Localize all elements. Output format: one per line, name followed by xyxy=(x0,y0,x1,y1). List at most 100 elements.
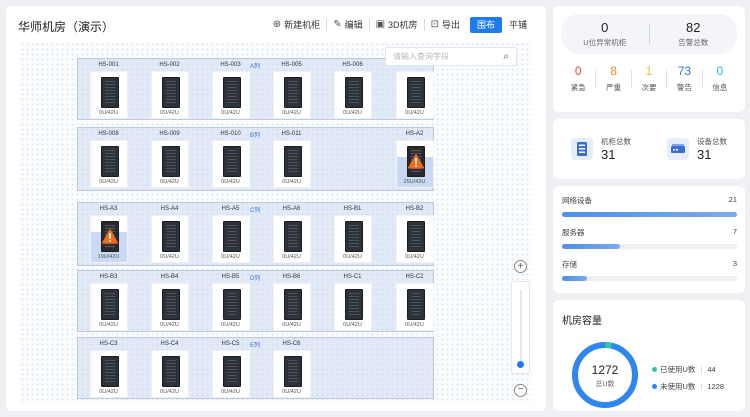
search-icon[interactable]: ⌕ xyxy=(503,51,509,62)
rack[interactable]: HS-002 0U/42U xyxy=(140,61,199,119)
rack[interactable]: HS-0070U/42U xyxy=(385,61,444,119)
zoom-out-button[interactable]: − xyxy=(514,384,527,397)
rack-body[interactable]: 0U/42U xyxy=(89,71,128,119)
rack-body[interactable]: 0U/42U xyxy=(333,283,372,331)
rack-name: HS-B3 xyxy=(99,274,118,280)
rack[interactable]: HS-C2 0U/42U xyxy=(385,273,444,331)
rack-body[interactable]: 0U/42U xyxy=(89,140,128,188)
alarm-totals: 0 U位异常机柜 82 告警总数 xyxy=(561,14,737,54)
rack-usage: 0U/42U xyxy=(221,110,240,116)
view-3d-button[interactable]: ▣ 3D机房 xyxy=(370,19,425,31)
layout-flat-button[interactable]: 平铺 xyxy=(502,17,534,33)
rack-body[interactable]: 19U/42U xyxy=(89,215,128,263)
rack-usage: 0U/42U xyxy=(221,179,240,185)
device-type-row[interactable]: 网络设备 21 xyxy=(562,195,737,217)
rack-cabinet-icon xyxy=(344,221,363,252)
rack[interactable]: HS-010 0U/42U xyxy=(201,130,260,188)
rack-body[interactable]: 0U/42U xyxy=(395,215,434,263)
rack[interactable]: HS-003 0U/42U xyxy=(201,61,260,119)
rack-body[interactable]: 0U/42U xyxy=(150,71,189,119)
rack-cabinet-icon xyxy=(406,289,425,320)
device-type-label: 存储 xyxy=(562,260,577,269)
rack-name: HS-006 xyxy=(342,62,363,68)
zoom-slider-handle[interactable] xyxy=(517,361,524,368)
rack-body[interactable]: 0U/42U xyxy=(211,350,250,398)
rack[interactable]: HS-B5 0U/42U xyxy=(201,273,260,331)
alarm-level[interactable]: 73 警告 xyxy=(667,64,701,93)
rack-body[interactable]: 0U/42U xyxy=(272,71,311,119)
rack[interactable]: HS-C4 0U/42U xyxy=(140,340,199,398)
rack[interactable]: HS-C5 0U/42U xyxy=(201,340,260,398)
rack-body[interactable]: 0U/42U xyxy=(272,215,311,263)
rack[interactable]: HS-A4 0U/42U xyxy=(140,205,199,263)
rack-name: HS-A3 xyxy=(99,206,118,212)
export-label: 导出 xyxy=(441,20,460,30)
rack-body[interactable]: 0U/42U xyxy=(272,283,311,331)
rack-body[interactable]: 0U/42U xyxy=(211,283,250,331)
edit-button[interactable]: ✎ 编辑 xyxy=(327,19,370,31)
rack[interactable]: HS-009 0U/42U xyxy=(140,130,199,188)
rack[interactable]: HS-B6 0U/42U xyxy=(262,273,321,331)
rack[interactable]: HS-011 0U/42U xyxy=(262,130,321,188)
alarm-level[interactable]: 0 紧急 xyxy=(561,64,595,93)
rack-body[interactable]: 0U/42U xyxy=(150,140,189,188)
pencil-icon: ✎ xyxy=(333,19,342,30)
rack-body[interactable]: 0U/42U xyxy=(272,350,311,398)
rack-usage: 0U/42U xyxy=(405,322,424,328)
rack[interactable]: HS-A6 0U/42U xyxy=(262,205,321,263)
rack-body[interactable]: 0U/42U xyxy=(211,215,250,263)
rack-body[interactable]: 0U/42U xyxy=(211,71,250,119)
rack[interactable]: HS-B4 0U/42U xyxy=(140,273,199,331)
device-type-value: 3 xyxy=(732,259,737,268)
rack-body[interactable]: 0U/42U xyxy=(333,215,372,263)
new-rack-button[interactable]: ⊕ 新建机柜 xyxy=(267,19,328,31)
device-type-row[interactable]: 存储 3 xyxy=(562,259,737,281)
layout-toggle: 围布 平铺 xyxy=(469,17,534,33)
rack-cabinet-icon xyxy=(283,146,302,177)
rack-body[interactable]: 0U/42U xyxy=(395,71,434,119)
plus-circle-icon: ⊕ xyxy=(272,19,282,30)
abnormal-racks-stat[interactable]: 0 U位异常机柜 xyxy=(561,20,649,48)
rack-name: HS-A2 xyxy=(405,131,424,137)
rack-name: HS-B6 xyxy=(282,274,301,280)
rack[interactable]: HS-001 0U/42U xyxy=(79,61,138,119)
rack[interactable]: HS-C1 0U/42U xyxy=(323,273,382,331)
rack-body[interactable]: 0U/42U xyxy=(150,283,189,331)
rack[interactable]: HS-A2 25U/42U xyxy=(385,130,444,188)
zoom-slider[interactable] xyxy=(511,281,530,374)
legend-separator: | xyxy=(700,365,703,374)
rack-body[interactable]: 0U/42U xyxy=(150,350,189,398)
export-button[interactable]: ⊡ 导出 xyxy=(425,19,466,31)
rack[interactable]: HS-008 0U/42U xyxy=(79,130,138,188)
rack[interactable]: HS-C3 0U/42U xyxy=(79,340,138,398)
alarm-level[interactable]: 8 严重 xyxy=(596,64,630,93)
device-type-row[interactable]: 服务器 7 xyxy=(562,227,737,249)
zoom-in-button[interactable]: + xyxy=(514,260,527,273)
rack[interactable]: HS-A5 0U/42U xyxy=(201,205,260,263)
rack-body[interactable]: 0U/42U xyxy=(89,350,128,398)
rack[interactable]: HS-005 0U/42U xyxy=(262,61,321,119)
alarm-level[interactable]: 1 次要 xyxy=(632,64,666,93)
layout-active-button[interactable]: 围布 xyxy=(469,17,502,33)
rack[interactable]: HS-B1 0U/42U xyxy=(323,205,382,263)
search-input[interactable]: 请输入查询字段 ⌕ xyxy=(385,47,517,66)
rack-body[interactable]: 0U/42U xyxy=(333,71,372,119)
rack-usage: 0U/42U xyxy=(343,110,362,116)
rack-name: HS-C5 xyxy=(221,341,240,347)
rack[interactable]: HS-006 0U/42U xyxy=(323,61,382,119)
rack-body[interactable]: 0U/42U xyxy=(211,140,250,188)
rack[interactable]: HS-B3 0U/42U xyxy=(79,273,138,331)
rack-cabinet-icon xyxy=(283,356,302,387)
alarm-level[interactable]: 0 信息 xyxy=(703,64,737,93)
rack[interactable]: HS-A3 19U/42U xyxy=(79,205,138,263)
rack-body[interactable]: 25U/42U xyxy=(395,140,434,188)
rack[interactable]: HS-C6 0U/42U xyxy=(262,340,321,398)
rack-body[interactable]: 0U/42U xyxy=(272,140,311,188)
rack-body[interactable]: 0U/42U xyxy=(150,215,189,263)
total-alarms-stat[interactable]: 82 告警总数 xyxy=(650,20,738,48)
device-type-bar-track xyxy=(562,276,737,281)
rack[interactable]: HS-B2 0U/42U xyxy=(385,205,444,263)
rack-body[interactable]: 0U/42U xyxy=(89,283,128,331)
rack-cabinet-icon xyxy=(161,221,180,252)
rack-body[interactable]: 0U/42U xyxy=(395,283,434,331)
